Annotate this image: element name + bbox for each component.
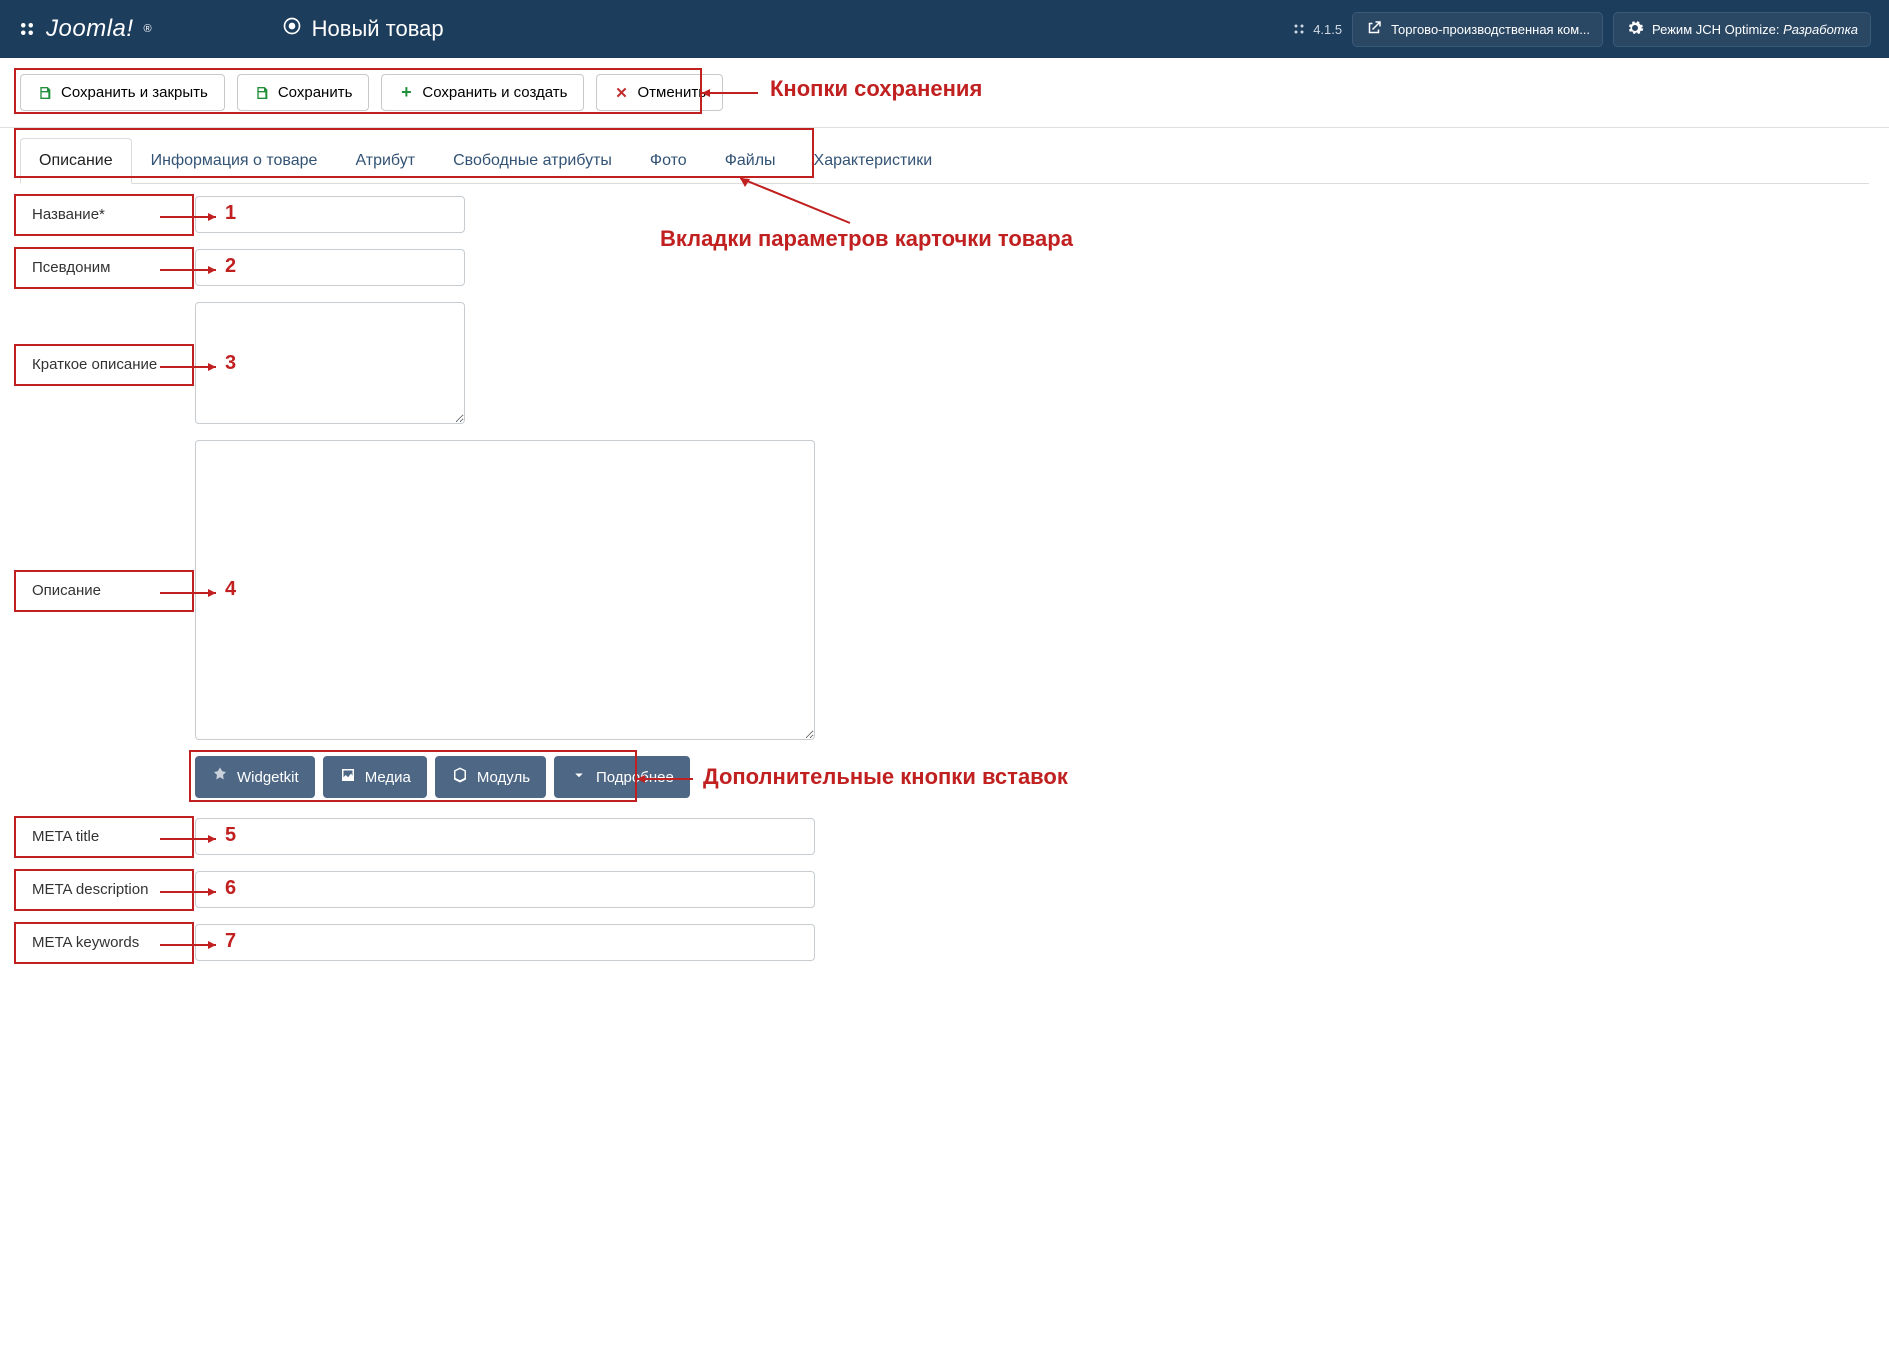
insert-buttons-row: Widgetkit Медиа Модуль Подробнее Дополни… [195,756,1869,798]
textarea-short-desc[interactable] [195,302,465,424]
input-alias[interactable] [195,249,465,286]
label-desc: Описание [20,572,195,609]
page-title-area: Новый товар [282,16,444,42]
cube-icon [451,766,469,788]
label-meta-title: META title [20,818,195,855]
external-link-icon [1365,19,1383,40]
close-icon: ✕ [613,85,629,101]
chevron-down-icon [570,766,588,788]
form-panel: Название* 1 Псевдоним 2 Краткое описание… [0,184,1889,989]
row-meta-title: META title 5 [20,818,1869,855]
brand-trademark: ® [144,23,152,35]
save-close-button[interactable]: Сохранить и закрыть [20,74,225,111]
save-icon [37,85,53,101]
input-name[interactable] [195,196,465,233]
input-meta-desc[interactable] [195,871,815,908]
row-desc: Описание 4 [20,440,1869,740]
save-icon [254,85,270,101]
app-header: Joomla! ® Новый товар 4.1.5 Торгово-прои… [0,0,1889,58]
tabs: Описание Информация о товаре Атрибут Сво… [20,138,1869,184]
brand-text: Joomla! [46,15,134,43]
row-short-desc: Краткое описание 3 [20,302,1869,424]
input-meta-title[interactable] [195,818,815,855]
tab-free-attrs[interactable]: Свободные атрибуты [434,138,631,183]
gear-icon [1626,19,1644,40]
cancel-button[interactable]: ✕ Отменить [596,74,723,111]
record-icon [282,16,302,42]
jch-mode-button[interactable]: Режим JCH Optimize: Разработка [1613,12,1871,47]
label-alias: Псевдоним [20,249,195,286]
tab-product-info[interactable]: Информация о товаре [132,138,337,183]
input-meta-keywords[interactable] [195,924,815,961]
row-alias: Псевдоним 2 [20,249,1869,286]
brand: Joomla! ® [18,15,152,43]
row-meta-desc: META description 6 [20,871,1869,908]
tab-photo[interactable]: Фото [631,138,706,183]
joomla-version: 4.1.5 [1290,20,1342,38]
insert-media-button[interactable]: Медиа [323,756,427,798]
tab-description[interactable]: Описание [20,138,132,184]
row-name: Название* 1 [20,196,1869,233]
textarea-desc[interactable] [195,440,815,740]
page-title: Новый товар [312,16,444,42]
label-name: Название* [20,196,195,233]
site-link-button[interactable]: Торгово-производственная ком... [1352,12,1603,47]
save-button[interactable]: Сохранить [237,74,370,111]
widgetkit-icon [211,766,229,788]
label-short-desc: Краткое описание [20,346,195,383]
label-meta-desc: META description [20,871,195,908]
insert-more-button[interactable]: Подробнее [554,756,690,798]
plus-icon: + [398,85,414,101]
tab-files[interactable]: Файлы [706,138,795,183]
tab-attribute[interactable]: Атрибут [336,138,434,183]
annotation-inserts-label: Дополнительные кнопки вставок [703,764,1068,790]
insert-module-button[interactable]: Модуль [435,756,546,798]
tab-characteristics[interactable]: Характеристики [795,138,952,183]
row-meta-keywords: META keywords 7 [20,924,1869,961]
insert-widgetkit-button[interactable]: Widgetkit [195,756,315,798]
joomla-logo-icon [18,20,36,38]
save-new-button[interactable]: + Сохранить и создать [381,74,584,111]
toolbar: Сохранить и закрыть Сохранить + Сохранит… [0,58,1889,128]
image-icon [339,766,357,788]
label-meta-keywords: META keywords [20,924,195,961]
